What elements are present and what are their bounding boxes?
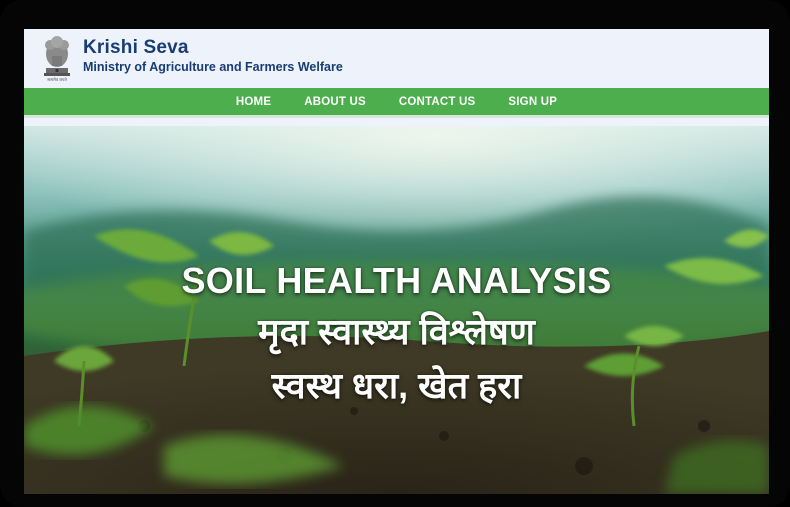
site-subtitle: Ministry of Agriculture and Farmers Welf…	[83, 60, 343, 74]
nav-sign-up[interactable]: SIGN UP	[508, 96, 557, 108]
browser-screen: सत्यमेव जयते Krishi Seva Ministry of Agr…	[24, 29, 769, 494]
site-title[interactable]: Krishi Seva	[83, 37, 189, 59]
nav-about-us[interactable]: ABOUT US	[304, 96, 366, 108]
site-header: सत्यमेव जयते Krishi Seva Ministry of Agr…	[24, 29, 769, 88]
emblem-caption: सत्यमेव जयते	[47, 77, 67, 82]
hero-hindi-title: मृदा स्वास्थ्य विश्लेषण	[258, 311, 535, 352]
nav-home[interactable]: HOME	[236, 96, 271, 108]
hero-hindi-tagline: स्वस्थ धरा, खेत हरा	[271, 365, 522, 406]
nav-contact-us[interactable]: CONTACT US	[399, 96, 476, 108]
hero-banner: SOIL HEALTH ANALYSIS मृदा स्वास्थ्य विश्…	[24, 126, 769, 494]
national-emblem-icon	[44, 36, 70, 76]
main-nav: HOME ABOUT US CONTACT US SIGN UP	[24, 88, 769, 118]
hero-title: SOIL HEALTH ANALYSIS	[181, 260, 612, 301]
